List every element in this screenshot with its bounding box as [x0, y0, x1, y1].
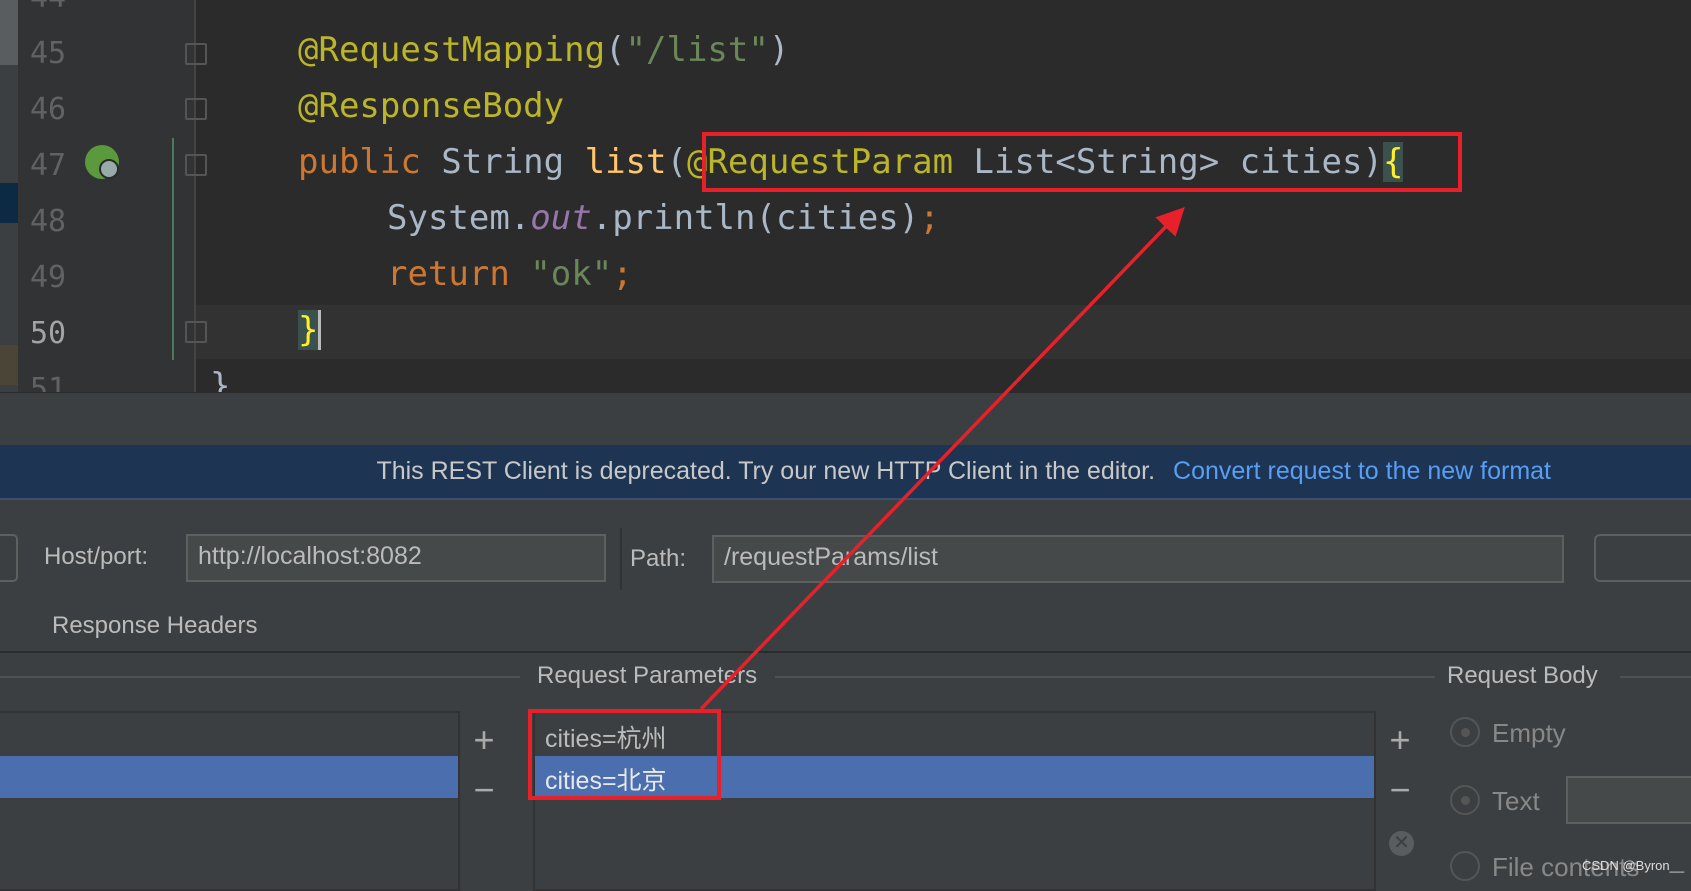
annotation-arrow	[699, 206, 1185, 711]
